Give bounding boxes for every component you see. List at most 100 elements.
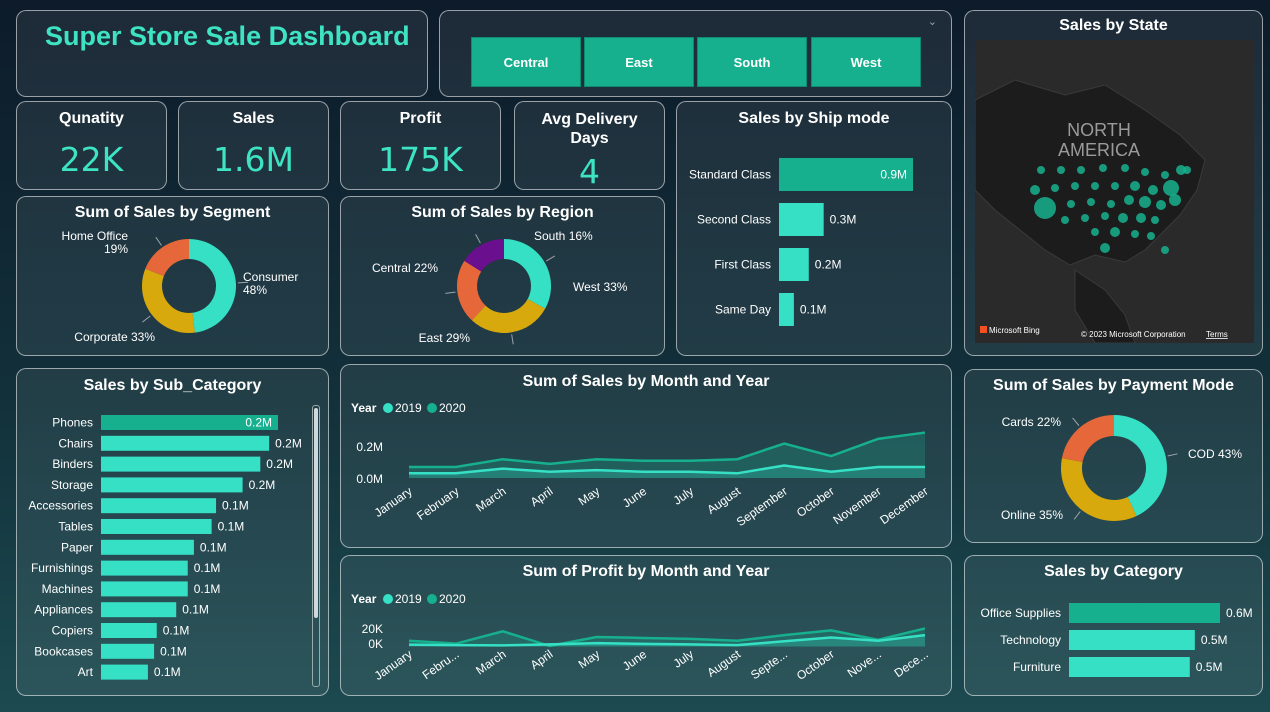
leader-line <box>545 255 556 262</box>
subcategory-scrollbar[interactable] <box>312 405 320 687</box>
scrollbar-thumb[interactable] <box>314 408 318 618</box>
bar-value-label: 0.1M <box>163 624 190 638</box>
bar-value-label: 0.2M <box>245 416 272 430</box>
y-tick-label: 0.0M <box>356 472 383 486</box>
bar-category-label: First Class <box>714 258 771 272</box>
bar-copiers <box>101 623 157 638</box>
bar-category-label: Second Class <box>697 213 771 227</box>
y-tick-label: 0.2M <box>356 440 383 454</box>
x-tick-label: Septe... <box>748 647 790 682</box>
leader-line <box>1072 417 1080 426</box>
region-chart-card: Sum of Sales by Region West 33% East 29% C… <box>340 196 665 356</box>
bar-value-label: 0.2M <box>249 478 276 492</box>
dashboard-title: Super Store Sale Dashboard <box>45 21 410 51</box>
chevron-down-icon[interactable]: ⌄ <box>928 15 937 28</box>
donut-label: East 29% <box>419 331 471 345</box>
state-bubble <box>1057 166 1065 174</box>
bar-category-label: Tables <box>58 520 93 534</box>
bar-chairs <box>101 435 270 451</box>
state-bubble <box>1061 216 1069 224</box>
state-bubble <box>1034 197 1056 219</box>
shipmode-bar-chart: Standard Class 0.9M Second Class 0.3M First … <box>689 158 913 326</box>
region-button-west[interactable]: West <box>811 37 921 87</box>
bar-category-label: Phones <box>52 416 93 430</box>
map-bing-logo: Microsoft Bing <box>989 326 1040 335</box>
bar-category-label: Same Day <box>715 303 771 317</box>
leader-line <box>1167 453 1178 457</box>
kpi-quantity-value: 22K <box>59 140 124 179</box>
map-terms-link: Terms <box>1206 330 1228 339</box>
bar-value-label: 0.1M <box>182 603 209 617</box>
bar-category-label: Standard Class <box>689 168 771 182</box>
bar-category-label: Office Supplies <box>981 606 1062 620</box>
state-bubble <box>1030 185 1040 195</box>
legend-marker-2020 <box>427 594 437 604</box>
donut-label: Corporate 33% <box>74 330 155 344</box>
x-tick-label: April <box>528 647 556 672</box>
kpi-sales-value: 1.6M <box>213 140 294 179</box>
bar-category-label: Technology <box>1000 633 1061 647</box>
kpi-delivery-label: Avg Delivery Days <box>541 111 638 147</box>
bar-category-label: Art <box>78 665 94 679</box>
bar-category-label: Furnishings <box>31 561 93 575</box>
region-button-east[interactable]: East <box>584 37 694 87</box>
kpi-profit-card: Profit 175K <box>340 101 501 190</box>
bar-technology <box>1069 630 1195 650</box>
donut-slice-home-office <box>145 239 189 277</box>
legend-marker-2019 <box>383 594 393 604</box>
state-bubble <box>1118 213 1128 223</box>
x-tick-label: June <box>620 484 650 511</box>
bar-same-day <box>779 293 794 326</box>
kpi-delivery-card: Avg Delivery Days 4 <box>514 101 665 191</box>
x-tick-label: November <box>830 484 883 527</box>
bar-binders <box>101 456 261 472</box>
state-bubble <box>1067 200 1075 208</box>
leader-line <box>475 234 481 244</box>
state-bubble <box>1163 180 1179 196</box>
region-donut-chart: West 33% East 29% Central 22% South 16% <box>372 229 628 345</box>
donut-label: Online 35% <box>1001 508 1063 522</box>
map-label-north: NORTH <box>1067 120 1131 140</box>
region-button-central[interactable]: Central <box>471 37 581 87</box>
bar-tables <box>101 519 212 534</box>
bar-value-label: 0.1M <box>194 582 221 596</box>
bar-value-label: 0.1M <box>200 540 227 554</box>
bar-value-label: 0.3M <box>830 213 857 227</box>
bar-value-label: 0.1M <box>218 520 245 534</box>
donut-label: West 33% <box>573 280 628 294</box>
shipmode-chart-card: Sales by Ship mode Standard Class 0.9M Sec… <box>676 101 952 356</box>
x-tick-label: January <box>372 647 415 683</box>
legend-label-2020: 2020 <box>439 401 466 415</box>
state-bubble <box>1111 182 1119 190</box>
region-button-south[interactable]: South <box>697 37 807 87</box>
state-bubble <box>1100 243 1110 253</box>
bar-value-label: 0.9M <box>880 168 907 182</box>
x-tick-label: February <box>414 484 461 523</box>
bar-value-label: 0.6M <box>1226 606 1253 620</box>
x-tick-label: August <box>704 484 743 517</box>
donut-label: COD 43% <box>1188 447 1242 461</box>
category-bar-chart: Office Supplies 0.6M Technology 0.5M Furnitu… <box>981 603 1253 677</box>
bar-value-label: 0.2M <box>815 258 842 272</box>
x-tick-label: April <box>528 484 556 509</box>
state-bubble <box>1099 164 1107 172</box>
legend-label-2020: 2020 <box>439 592 466 606</box>
bar-value-label: 0.1M <box>160 644 187 658</box>
kpi-profit-value: 175K <box>378 140 463 179</box>
x-tick-label: March <box>473 484 508 515</box>
region-slicer: ⌄ Central East South West <box>439 10 952 97</box>
state-bubble <box>1091 182 1099 190</box>
map-title: Sales by State <box>1059 17 1168 34</box>
donut-slice-cards <box>1061 415 1114 463</box>
leader-line <box>445 291 456 294</box>
legend-title: Year <box>351 592 377 606</box>
state-bubble <box>1161 171 1169 179</box>
state-bubble <box>1156 200 1166 210</box>
x-tick-label: January <box>372 484 415 520</box>
donut-slice-west <box>504 239 551 309</box>
bar-appliances <box>101 602 177 618</box>
bar-category-label: Binders <box>52 457 93 471</box>
bar-category-label: Paper <box>61 540 93 554</box>
title-card: Super Store Sale Dashboard <box>16 10 428 97</box>
sales-by-state-map[interactable]: NORTHAMERICA Microsoft Bing © 2023 Microso… <box>975 40 1254 343</box>
